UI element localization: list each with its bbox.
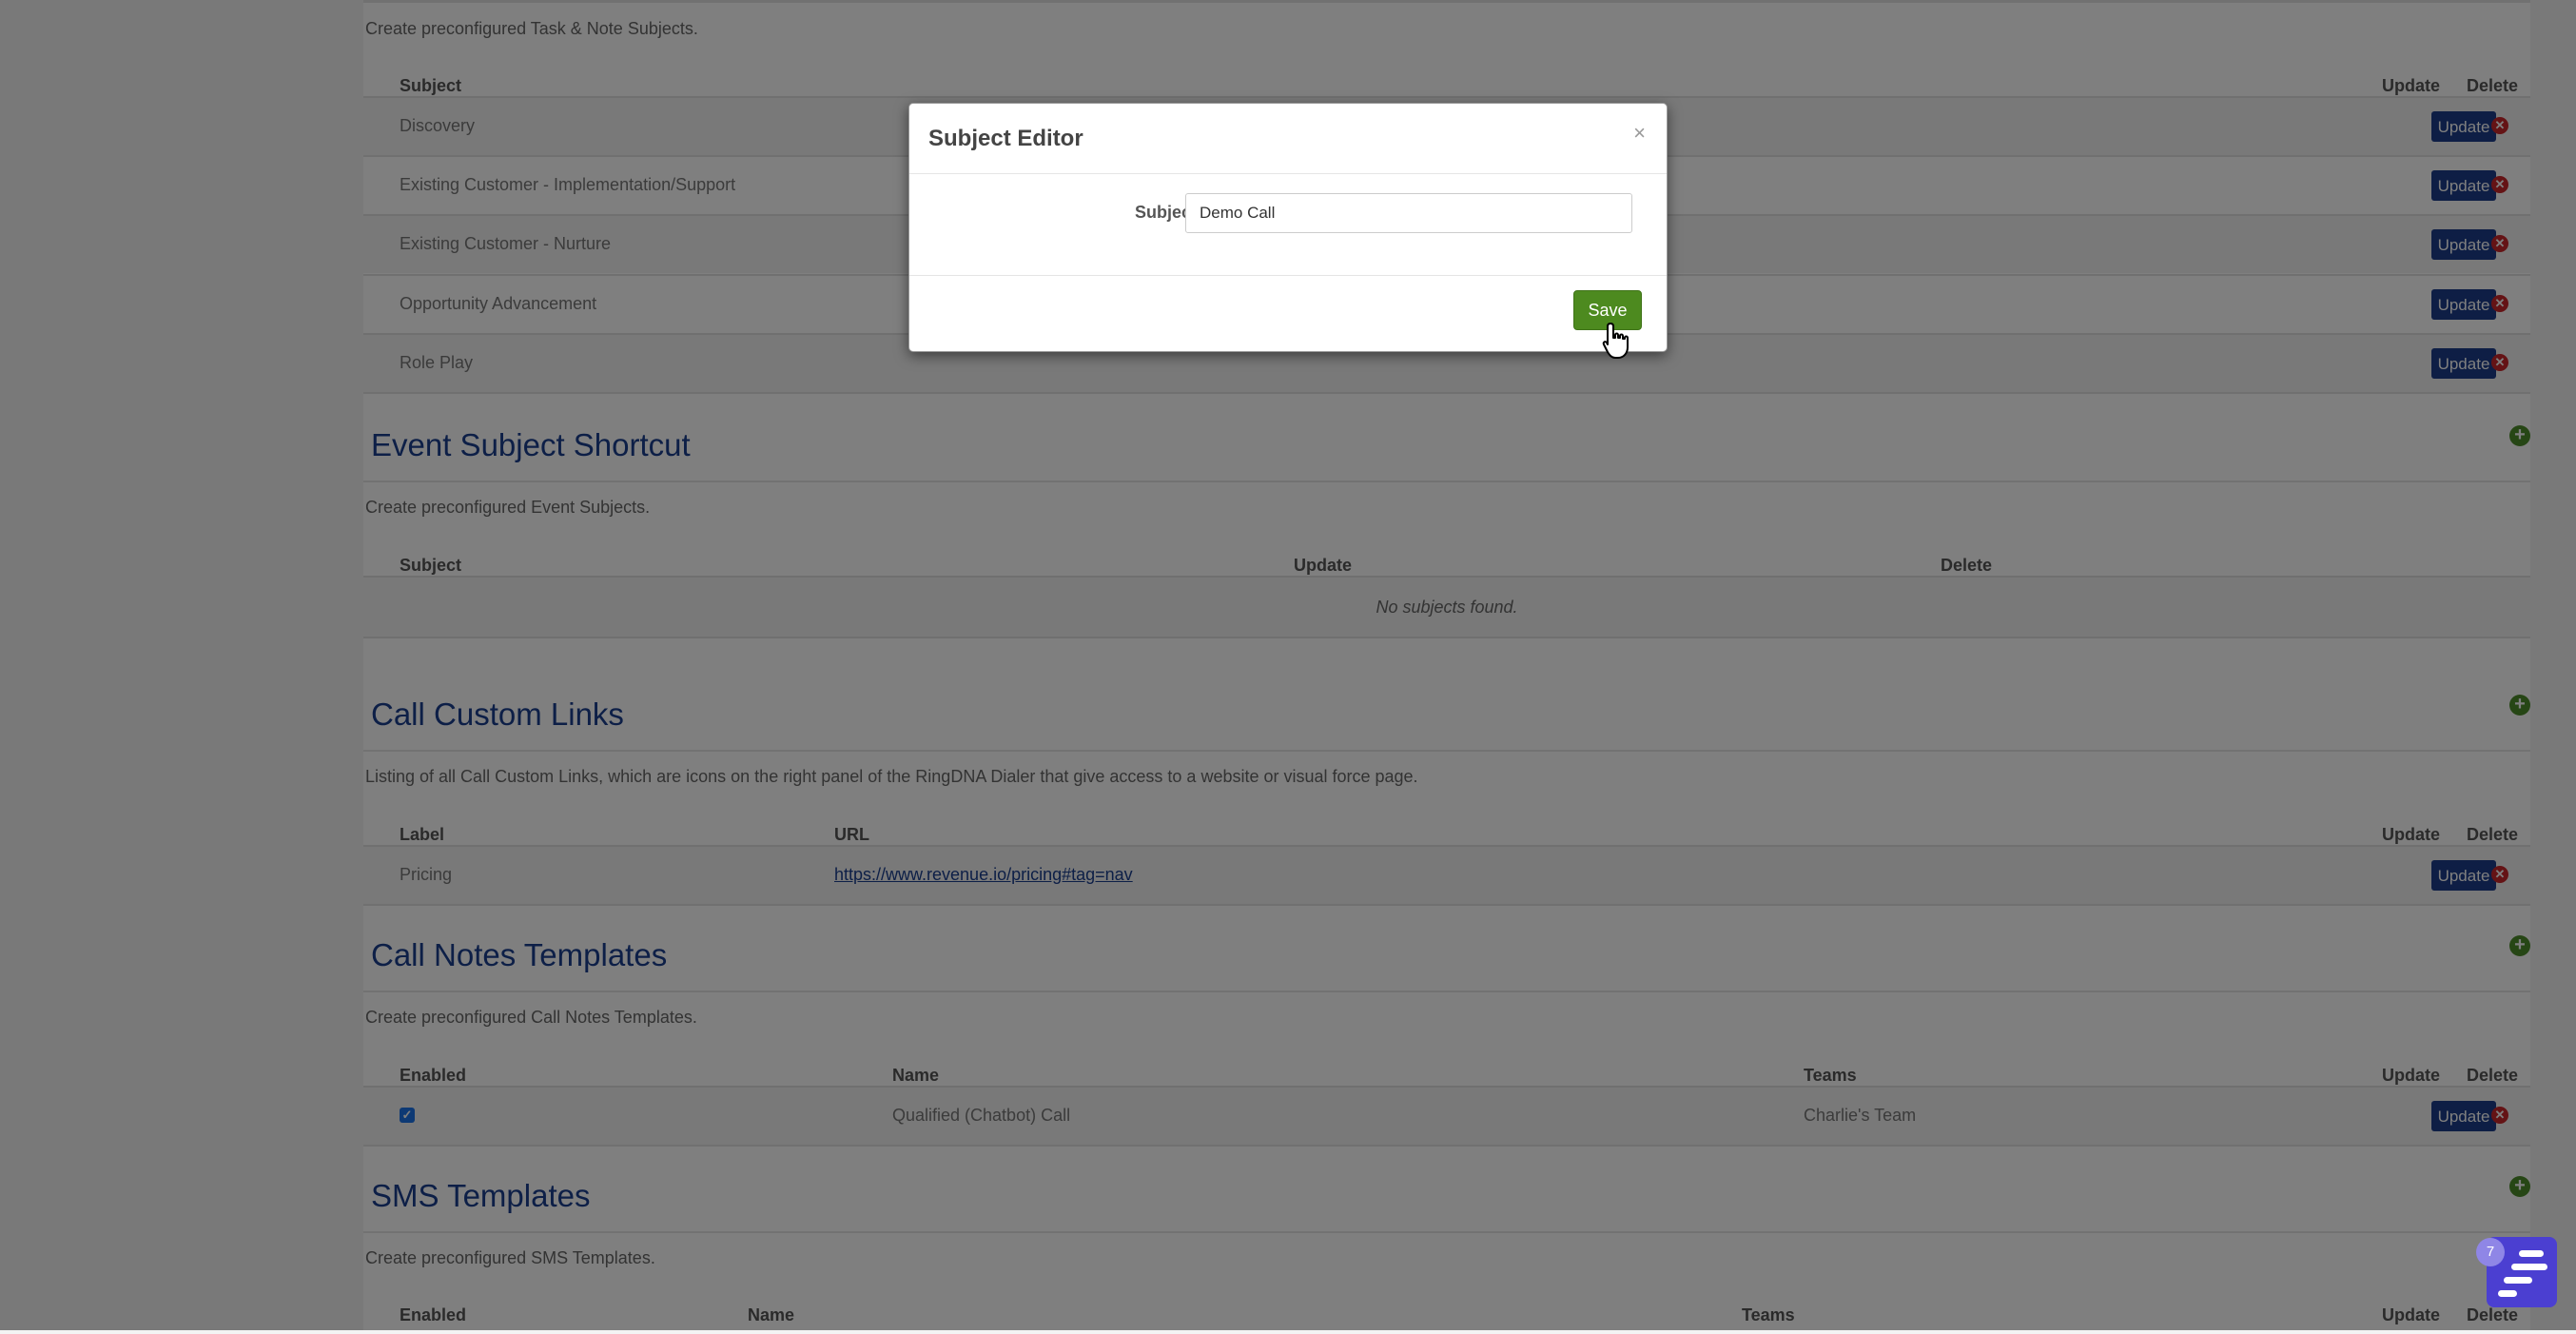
modal-body: Subject — [909, 174, 1667, 276]
subject-input[interactable] — [1185, 193, 1632, 233]
subject-editor-modal: Subject Editor × Subject Save — [908, 103, 1668, 352]
modal-title: Subject Editor — [928, 126, 1083, 151]
subject-label: Subject — [1134, 203, 1197, 222]
hand-pointer-icon — [1602, 323, 1629, 359]
modal-header: Subject Editor × — [909, 104, 1667, 174]
notification-badge: 7 — [2476, 1238, 2505, 1266]
close-icon[interactable]: × — [1633, 121, 1646, 146]
